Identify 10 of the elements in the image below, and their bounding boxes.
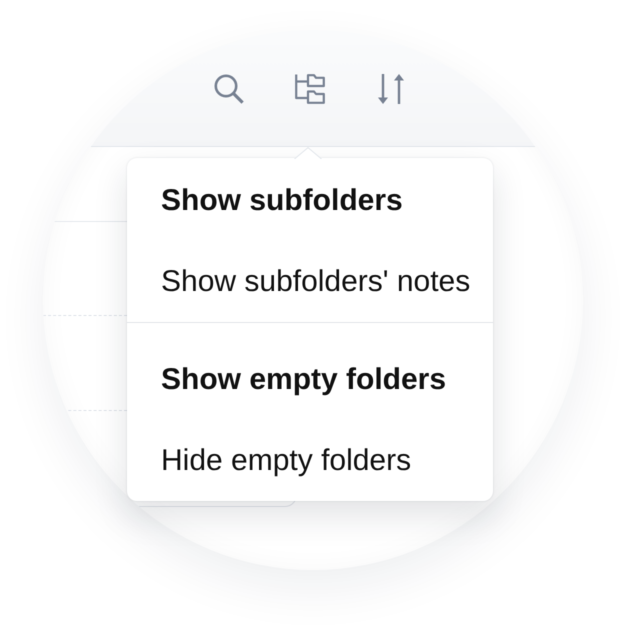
folder-tree-icon (295, 74, 325, 104)
folder-tree-button[interactable] (295, 74, 325, 104)
search-icon (214, 74, 244, 104)
sort-button[interactable] (376, 74, 406, 104)
sort-icon (376, 74, 406, 104)
menu-item[interactable]: Hide empty folders (127, 420, 493, 501)
menu-item[interactable]: Show subfolders' notes (127, 241, 493, 322)
menu-item[interactable]: Show empty folders (127, 339, 493, 420)
menu-item[interactable]: Show subfolders (127, 160, 493, 241)
search-button[interactable] (214, 74, 244, 104)
